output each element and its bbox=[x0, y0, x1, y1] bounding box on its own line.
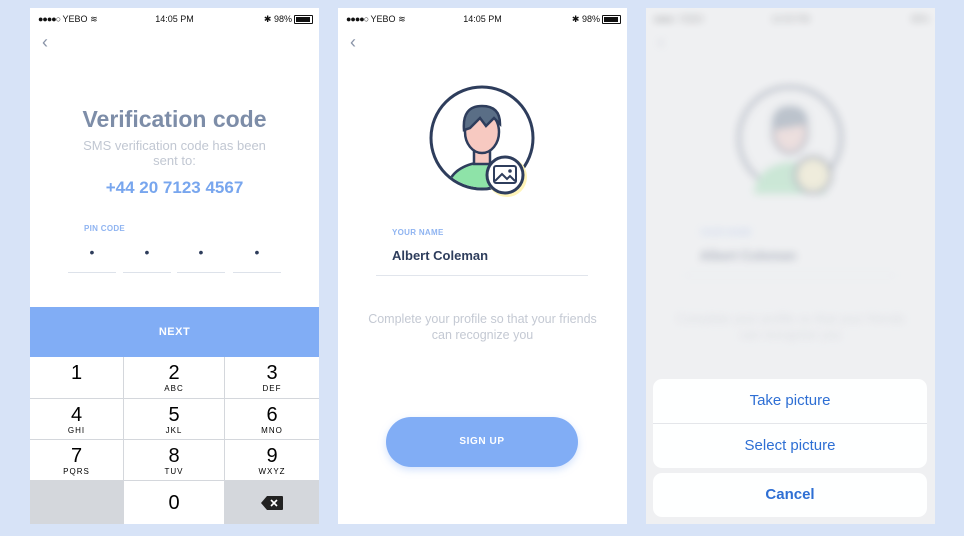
avatar-picture-icon bbox=[429, 85, 535, 197]
pin-digit-4[interactable]: • bbox=[233, 244, 281, 273]
status-bar: ●●●●○ YEBO ≋ 14:05 PM ✱ 98% bbox=[30, 8, 319, 30]
key-digit: 3 bbox=[266, 362, 278, 384]
pin-digit-1[interactable]: • bbox=[68, 244, 116, 273]
cancel-button[interactable]: Cancel bbox=[653, 473, 927, 517]
key-letters: GHI bbox=[67, 426, 86, 435]
status-bar: ●●●●○ YEBO ≋ 14:05 PM ✱ 98% bbox=[338, 8, 627, 30]
battery-area: ✱ 98% bbox=[264, 14, 313, 25]
key-0[interactable]: 0 bbox=[124, 481, 224, 524]
key-2[interactable]: 2 ABC bbox=[124, 357, 224, 398]
key-letters: TUV bbox=[164, 467, 184, 476]
battery-area: ✱ 98% bbox=[572, 14, 621, 25]
backspace-key[interactable] bbox=[225, 481, 319, 524]
bluetooth-icon: ✱ bbox=[571, 14, 580, 24]
next-button[interactable]: NEXT bbox=[30, 307, 319, 357]
numeric-keypad: 1 2 ABC 3 DEF 4 GHI 5 JKL 6 MNO 7 PQRS 8 TUV 9W… bbox=[30, 357, 319, 524]
back-icon[interactable]: ‹ bbox=[350, 32, 356, 53]
backspace-icon bbox=[261, 496, 283, 510]
phone-number: +44 20 7123 4567 bbox=[105, 178, 244, 197]
avatar[interactable] bbox=[428, 84, 536, 200]
key-4[interactable]: 4 GHI bbox=[30, 399, 123, 439]
key-blank bbox=[30, 481, 123, 524]
key-letters: ABC bbox=[164, 384, 184, 393]
page-title: Verification code bbox=[82, 106, 267, 132]
key-3[interactable]: 3 DEF bbox=[225, 357, 319, 398]
pin-digit-2[interactable]: • bbox=[123, 244, 171, 273]
key-digit: 5 bbox=[168, 404, 180, 426]
key-letters: MNO bbox=[261, 426, 283, 435]
key-letters: DEF bbox=[262, 384, 282, 393]
battery-percent: 98% bbox=[273, 14, 292, 24]
key-digit: 7 bbox=[70, 445, 83, 467]
key-digit: 2 bbox=[168, 362, 180, 384]
sign-up-button[interactable]: SIGN UP bbox=[386, 417, 578, 467]
key-digit: 8 bbox=[168, 445, 180, 467]
battery-icon bbox=[294, 15, 313, 25]
key-5[interactable]: 5 JKL bbox=[124, 399, 224, 439]
pin-code-label: PIN CODE bbox=[84, 224, 126, 233]
key-9[interactable]: 9 WXYZ bbox=[225, 440, 319, 480]
key-1[interactable]: 1 bbox=[30, 357, 123, 398]
key-letters: WXYZ bbox=[258, 467, 286, 476]
name-label: YOUR NAME bbox=[392, 228, 444, 237]
key-letters: JKL bbox=[165, 426, 183, 435]
back-icon[interactable]: ‹ bbox=[42, 32, 48, 53]
key-digit: 4 bbox=[70, 404, 83, 426]
key-digit: 0 bbox=[168, 492, 180, 514]
take-picture-option[interactable]: Take picture bbox=[653, 379, 927, 423]
key-digit: 6 bbox=[266, 404, 278, 426]
key-6[interactable]: 6 MNO bbox=[225, 399, 319, 439]
profile-screen: ●●●●○ YEBO ≋ 14:05 PM ✱ 98% ‹ YOUR NAME … bbox=[338, 8, 627, 524]
action-sheet: Take picture Select picture bbox=[653, 379, 927, 468]
battery-percent: 98% bbox=[581, 14, 600, 24]
key-7[interactable]: 7 PQRS bbox=[30, 440, 123, 480]
key-digit: 9 bbox=[266, 445, 278, 467]
bluetooth-icon: ✱ bbox=[263, 14, 272, 24]
cancel-sheet: Cancel bbox=[653, 473, 927, 517]
select-picture-option[interactable]: Select picture bbox=[653, 423, 927, 468]
name-input[interactable]: Albert Coleman bbox=[376, 248, 588, 276]
profile-hint: Complete your profile so that your frien… bbox=[368, 312, 597, 342]
verification-screen: ●●●●○ YEBO ≋ 14:05 PM ✱ 98% ‹ Verificati… bbox=[30, 8, 319, 524]
pin-digit-3[interactable]: • bbox=[177, 244, 225, 273]
page-subtitle: SMS verification code has been sent to: bbox=[83, 138, 266, 168]
battery-icon bbox=[602, 15, 621, 25]
photo-picker-screen: ●●●●○ YEBO 14:05 PM 98% ‹ YOUR NAME Albe… bbox=[646, 8, 935, 524]
key-letters: PQRS bbox=[63, 467, 90, 476]
key-digit: 1 bbox=[70, 362, 83, 384]
key-8[interactable]: 8 TUV bbox=[124, 440, 224, 480]
